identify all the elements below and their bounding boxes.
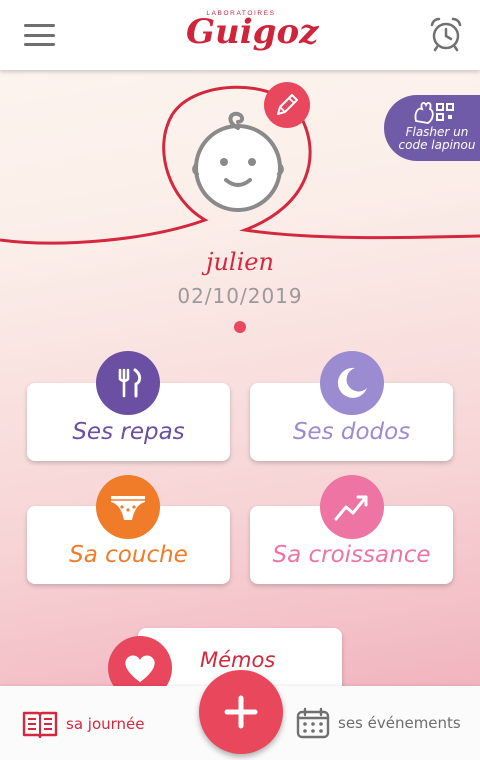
events-label: ses événements	[338, 714, 461, 732]
nav-sa-journee[interactable]: sa journée	[22, 708, 145, 740]
menu-icon[interactable]	[24, 24, 55, 46]
alarm-icon[interactable]	[428, 16, 464, 52]
child-name: julien	[206, 248, 274, 276]
card-label: Sa croissance	[272, 542, 431, 568]
journal-label: sa journée	[66, 715, 145, 733]
growth-chart-icon[interactable]	[320, 475, 384, 539]
memos-label: Mémos	[200, 648, 276, 672]
card-label: Ses repas	[72, 419, 185, 445]
logo-main-text: Guigoz	[186, 12, 319, 52]
pencil-icon[interactable]	[264, 82, 310, 128]
calendar-icon	[296, 707, 330, 739]
card-label: Sa couche	[69, 542, 188, 568]
child-birthdate: 02/10/2019	[177, 284, 303, 308]
diaper-icon[interactable]	[96, 475, 160, 539]
add-button[interactable]	[199, 670, 283, 754]
qr-line-2: code lapinou	[398, 138, 476, 152]
page-indicator-dot[interactable]	[234, 321, 246, 333]
book-icon	[22, 711, 58, 739]
top-bar: LABORATOIRES Guigoz	[0, 0, 480, 70]
fork-knife-icon[interactable]	[96, 351, 160, 415]
card-label: Ses dodos	[292, 419, 411, 445]
brand-logo: LABORATOIRES Guigoz	[186, 10, 319, 56]
nav-ses-evenements[interactable]: ses événements	[296, 706, 461, 740]
qr-badge-text: Flasher un code lapinou	[394, 126, 480, 152]
plus-icon	[224, 695, 258, 729]
qr-rabbit-icon	[414, 102, 454, 124]
scan-code-button[interactable]: Flasher un code lapinou	[384, 95, 480, 161]
baby-face-icon[interactable]	[186, 110, 290, 214]
moon-icon[interactable]	[320, 351, 384, 415]
